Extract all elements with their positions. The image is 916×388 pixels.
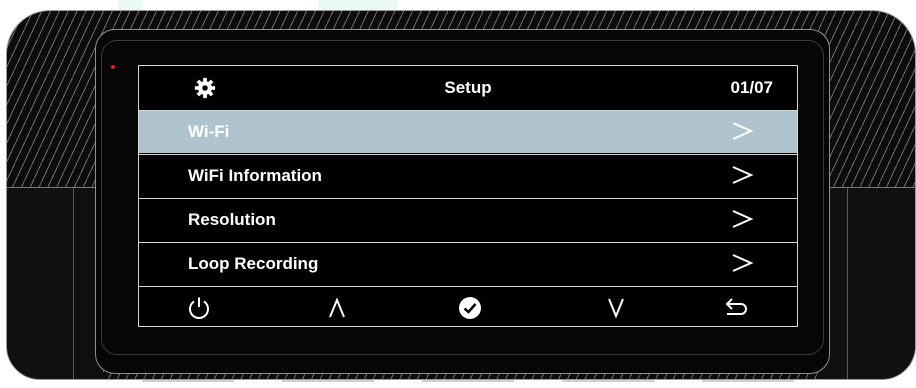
back-return-icon[interactable] xyxy=(722,295,748,321)
device-button-strip xyxy=(702,380,794,388)
device-button-strip xyxy=(282,380,374,388)
device-button-strip xyxy=(562,380,654,388)
device-button-strip xyxy=(142,380,234,388)
device-button-strip xyxy=(422,380,514,388)
page-title: Setup xyxy=(444,78,492,97)
confirm-check-icon[interactable] xyxy=(457,295,483,321)
menu-item-resolution[interactable]: Resolution xyxy=(139,198,797,241)
page-counter: 01/07 xyxy=(730,78,773,97)
device-side-panel-left xyxy=(7,187,103,379)
recording-led-indicator xyxy=(111,65,115,69)
menu-item-label: Wi-Fi xyxy=(188,122,230,141)
setup-screen: Setup 01/07 Wi-Fi WiFi Information Resol… xyxy=(138,65,798,327)
device-side-panel-right xyxy=(819,187,915,379)
power-icon[interactable] xyxy=(186,295,212,321)
screen-header: Setup 01/07 xyxy=(139,66,797,110)
control-bar xyxy=(139,286,797,326)
chevron-right-icon xyxy=(732,254,754,272)
menu-item-label: Resolution xyxy=(188,210,276,229)
chevron-right-icon xyxy=(732,122,754,140)
menu-item-wifi[interactable]: Wi-Fi xyxy=(139,110,797,153)
down-caret-icon[interactable] xyxy=(603,295,629,321)
menu-item-loop-recording[interactable]: Loop Recording xyxy=(139,242,797,285)
menu-item-wifi-information[interactable]: WiFi Information xyxy=(139,154,797,197)
chevron-right-icon xyxy=(732,210,754,228)
menu-item-label: WiFi Information xyxy=(188,166,322,185)
chevron-right-icon xyxy=(732,166,754,184)
menu-item-label: Loop Recording xyxy=(188,254,319,273)
up-caret-icon[interactable] xyxy=(324,295,350,321)
